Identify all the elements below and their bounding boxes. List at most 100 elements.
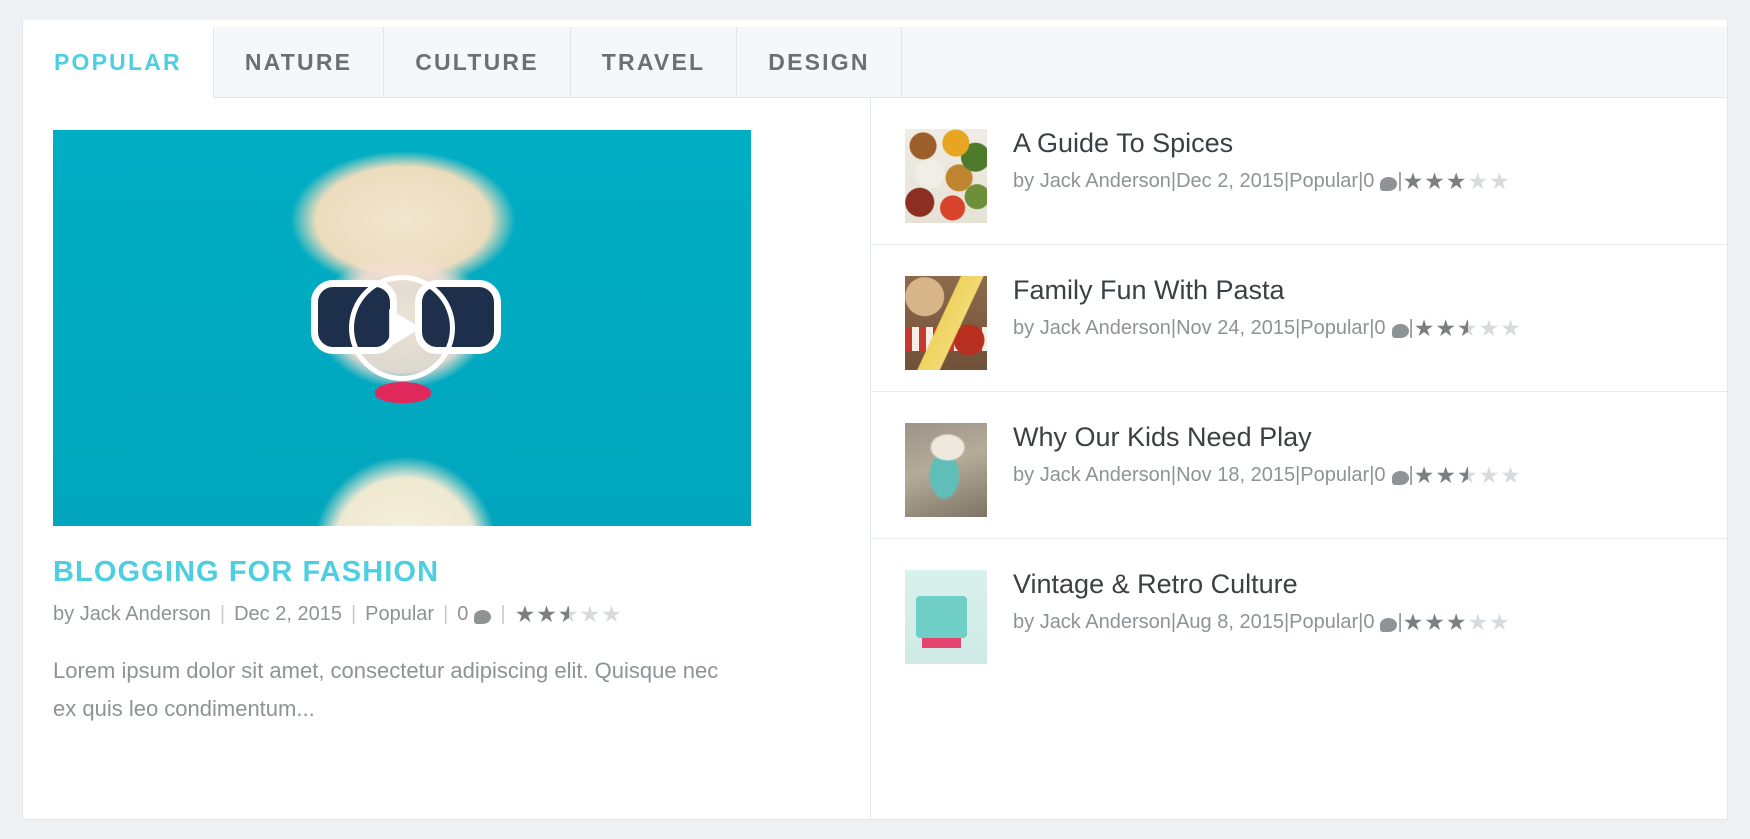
star-icon: ★ [1467, 609, 1490, 635]
tab-popular[interactable]: POPULAR [23, 27, 214, 98]
comment-icon [1391, 323, 1409, 338]
tab-nature[interactable]: NATURE [213, 27, 385, 97]
post-date: Aug 8, 2015 [1176, 611, 1284, 633]
author-prefix: by [1013, 611, 1035, 633]
list-item-body: Vintage & Retro Culture by Jack Anderson… [1013, 567, 1511, 634]
featured-video-thumbnail[interactable] [53, 130, 751, 526]
rating-stars[interactable]: ★ ★ ★ ★ ★ [1413, 462, 1522, 488]
star-icon: ★ [1413, 462, 1436, 488]
star-icon: ★ [1457, 317, 1479, 341]
featured-post: BLOGGING FOR FASHION by Jack Anderson | … [23, 98, 871, 819]
rating-stars[interactable]: ★ ★ ★ ★ ★ [514, 601, 623, 627]
tab-design[interactable]: DESIGN [737, 27, 902, 97]
tab-travel[interactable]: TRAVEL [570, 27, 738, 97]
star-icon: ★ [1478, 462, 1501, 488]
author-prefix: by [53, 603, 75, 625]
star-icon: ★ [1457, 464, 1479, 488]
meta-separator: | [219, 603, 226, 625]
star-icon: ★ [1435, 462, 1457, 488]
featured-post-excerpt: Lorem ipsum dolor sit amet, consectetur … [53, 658, 719, 721]
star-icon: ★ [514, 601, 537, 627]
comment-icon [1380, 176, 1398, 191]
list-item-meta: by Jack Anderson | Dec 2, 2015 | Popular… [1013, 170, 1511, 193]
comment-icon [1391, 470, 1409, 485]
post-date: Dec 2, 2015 [1176, 170, 1284, 192]
star-icon: ★ [1445, 609, 1468, 635]
star-icon: ★ [1435, 315, 1457, 341]
pasta-thumbnail[interactable] [905, 276, 987, 370]
tab-culture[interactable]: CULTURE [384, 27, 571, 97]
list-item[interactable]: Family Fun With Pasta by Jack Anderson |… [871, 245, 1727, 392]
comment-count: 0 [1363, 170, 1375, 192]
spices-thumbnail[interactable] [905, 129, 987, 223]
star-icon: ★ [1424, 168, 1446, 194]
list-item-meta: by Jack Anderson | Nov 18, 2015 | Popula… [1013, 462, 1522, 488]
rating-stars[interactable]: ★ ★ ★ ★ ★ [1403, 611, 1511, 634]
author-prefix: by [1013, 317, 1035, 339]
featured-post-meta: by Jack Anderson | Dec 2, 2015 | Popular… [53, 601, 840, 627]
comment-count: 0 [1374, 464, 1386, 486]
tab-label: POPULAR [54, 48, 182, 75]
star-icon: ★ [536, 601, 558, 627]
post-date: Nov 18, 2015 [1176, 464, 1296, 486]
comment-count: 0 [457, 603, 469, 625]
post-category[interactable]: Popular [1289, 170, 1358, 193]
tab-label: TRAVEL [601, 48, 706, 75]
star-icon: ★ [579, 601, 602, 627]
posts-widget: POPULAR NATURE CULTURE TRAVEL DESIGN BLO… [22, 20, 1728, 820]
star-icon: ★ [558, 603, 580, 627]
tab-label: NATURE [244, 48, 353, 75]
author-prefix: by [1013, 464, 1035, 486]
list-item-body: A Guide To Spices by Jack Anderson | Dec… [1013, 126, 1511, 193]
meta-separator: | [350, 603, 357, 625]
author-name[interactable]: Jack Anderson [1040, 170, 1171, 193]
star-icon: ★ [1500, 462, 1522, 488]
post-date: Nov 24, 2015 [1176, 317, 1296, 339]
comment-count: 0 [1363, 611, 1375, 633]
rating-stars[interactable]: ★ ★ ★ ★ ★ [1414, 315, 1522, 341]
kids-thumbnail[interactable] [905, 423, 987, 517]
list-item-title[interactable]: Vintage & Retro Culture [1013, 569, 1511, 600]
author-prefix: by [1013, 170, 1035, 192]
comment-icon [1380, 617, 1398, 632]
list-item-meta: by Jack Anderson | Aug 8, 2015 | Popular… [1013, 611, 1511, 634]
meta-separator: | [500, 603, 506, 625]
star-icon: ★ [1467, 168, 1490, 194]
popular-posts-list: A Guide To Spices by Jack Anderson | Dec… [871, 98, 1727, 819]
star-icon: ★ [1424, 609, 1446, 635]
rating-stars[interactable]: ★ ★ ★ ★ ★ [1403, 170, 1511, 193]
post-category[interactable]: Popular [365, 603, 434, 626]
star-icon: ★ [1445, 168, 1468, 194]
author-name[interactable]: Jack Anderson [80, 603, 211, 626]
widget-body: BLOGGING FOR FASHION by Jack Anderson | … [23, 98, 1727, 819]
list-item[interactable]: A Guide To Spices by Jack Anderson | Dec… [871, 98, 1727, 245]
author-name[interactable]: Jack Anderson [1040, 317, 1171, 340]
author-name[interactable]: Jack Anderson [1040, 464, 1171, 487]
post-category[interactable]: Popular [1300, 464, 1369, 487]
list-item-title[interactable]: Family Fun With Pasta [1013, 275, 1522, 306]
list-item[interactable]: Vintage & Retro Culture by Jack Anderson… [871, 539, 1727, 686]
tab-label: DESIGN [768, 48, 870, 75]
star-icon: ★ [601, 601, 623, 627]
tabstrip-filler [901, 27, 1727, 97]
list-item-title[interactable]: A Guide To Spices [1013, 128, 1511, 159]
featured-post-title[interactable]: BLOGGING FOR FASHION [53, 556, 840, 589]
post-date: Dec 2, 2015 [234, 603, 342, 625]
lips-graphic [375, 382, 431, 403]
post-category[interactable]: Popular [1300, 317, 1369, 340]
post-category[interactable]: Popular [1289, 611, 1358, 634]
list-item-title[interactable]: Why Our Kids Need Play [1013, 422, 1522, 453]
list-item[interactable]: Why Our Kids Need Play by Jack Anderson … [871, 392, 1727, 539]
tab-label: CULTURE [415, 48, 539, 75]
star-icon: ★ [1489, 609, 1511, 635]
category-tabs: POPULAR NATURE CULTURE TRAVEL DESIGN [23, 27, 1727, 98]
star-icon: ★ [1500, 315, 1522, 341]
star-icon: ★ [1402, 168, 1425, 194]
author-name[interactable]: Jack Anderson [1040, 611, 1171, 634]
list-item-meta: by Jack Anderson | Nov 24, 2015 | Popula… [1013, 315, 1522, 341]
play-icon[interactable] [349, 275, 455, 381]
vintage-thumbnail[interactable] [905, 570, 987, 664]
comment-count: 0 [1374, 317, 1386, 339]
star-icon: ★ [1478, 315, 1501, 341]
star-icon: ★ [1402, 609, 1425, 635]
